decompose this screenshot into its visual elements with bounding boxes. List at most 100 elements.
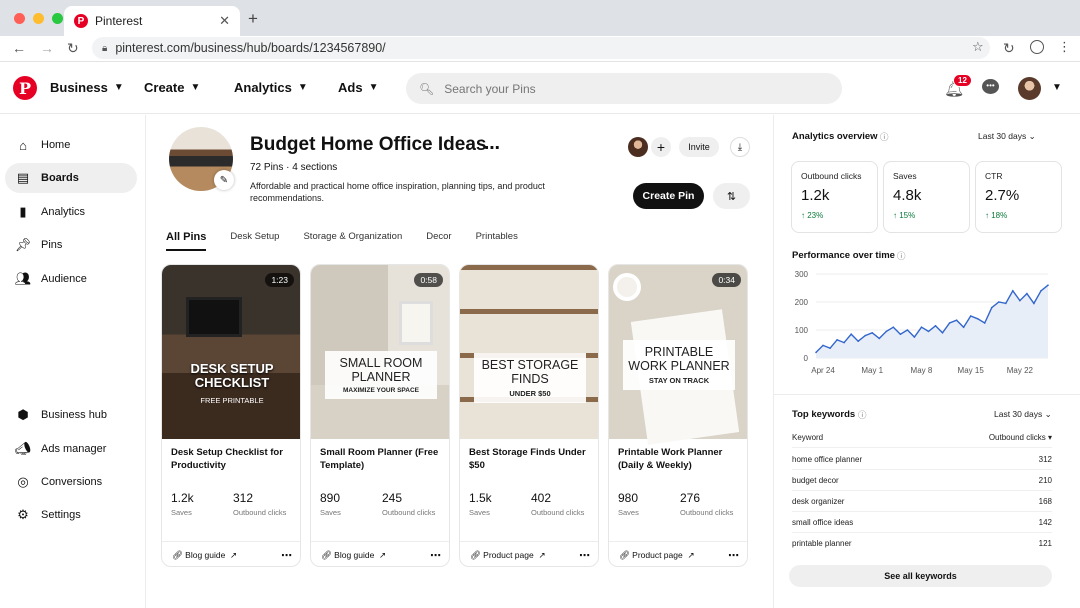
info-icon[interactable]: ⓘ — [880, 131, 889, 143]
metric-card-ctr[interactable]: CTR 2.7% ↑ 18% — [975, 161, 1062, 233]
see-all-keywords-button[interactable]: See all keywords — [789, 565, 1052, 587]
sidebar-item-settings[interactable]: ⚙︎ Settings — [5, 500, 137, 530]
sidebar-item-analytics[interactable]: ▮ Analytics — [5, 197, 137, 227]
pin-card[interactable]: 1:23 DESK SETUP CHECKLIST FREE PRINTABLE… — [161, 264, 301, 567]
sidebar-item-label: Business hub — [41, 409, 108, 421]
pin-title[interactable]: Small Room Planner (Free Template) — [320, 446, 444, 472]
pin-thumbnail-desk[interactable]: 1:23 DESK SETUP CHECKLIST FREE PRINTABLE — [162, 265, 300, 439]
sidebar-item-pins[interactable]: 📌︎ Pins — [5, 230, 137, 260]
metric-card-saves[interactable]: Saves 4.8k ↑ 15% — [883, 161, 970, 233]
pin-card[interactable]: BEST STORAGE FINDS UNDER $50 Best Storag… — [459, 264, 599, 567]
create-pin-button[interactable]: Create Pin — [633, 183, 704, 209]
keywords-range-label: Last 30 days — [994, 409, 1043, 419]
metric-delta: ↑ 18% — [985, 211, 1007, 220]
browser-menu-icon[interactable]: ⋮ — [1058, 39, 1071, 55]
new-tab-icon[interactable]: + — [248, 9, 258, 29]
saves-value: 890 — [320, 491, 341, 505]
table-row[interactable]: printable planner 121 — [792, 539, 1052, 548]
notification-count-badge: 12 — [953, 74, 972, 87]
metric-card-outbound-clicks[interactable]: Outbound clicks 1.2k ↑ 23% — [791, 161, 878, 233]
search-input[interactable]: 🔍︎ Search your Pins — [406, 73, 842, 104]
download-icon[interactable]: ⤓ — [730, 137, 750, 157]
pin-title[interactable]: Best Storage Finds Under $50 — [469, 446, 593, 472]
metric-delta: ↑ 15% — [893, 211, 915, 220]
clicks-cell: 121 — [1038, 539, 1052, 548]
external-link-icon[interactable]: ↗ — [374, 550, 386, 561]
nav-business[interactable]: Business ▼ — [50, 80, 124, 95]
sidebar-item-ads-manager[interactable]: 📣︎ Ads manager — [5, 434, 137, 464]
collaborator-avatar[interactable] — [628, 137, 648, 157]
data-point — [822, 344, 824, 347]
pin-more-options-icon[interactable]: ⋯ — [579, 549, 590, 562]
tab-storage-organization[interactable]: Storage & Organization — [303, 231, 402, 251]
refresh-extension-icon[interactable]: ↻ — [1003, 40, 1015, 57]
browser-tab[interactable]: P Pinterest ✕ — [64, 6, 240, 36]
pin-link-label[interactable]: Product page — [632, 550, 683, 560]
pin-card[interactable]: 0:58 SMALL ROOM PLANNER MAXIMIZE YOUR SP… — [310, 264, 450, 567]
reload-icon[interactable]: ↻ — [67, 40, 79, 57]
nav-ads[interactable]: Ads ▼ — [338, 80, 378, 95]
sidebar-item-boards[interactable]: ▤ Boards — [5, 163, 137, 193]
pin-link-label[interactable]: Blog guide — [334, 550, 374, 560]
info-icon[interactable]: ⓘ — [897, 250, 906, 262]
tab-desk-setup[interactable]: Desk Setup — [230, 231, 279, 251]
sidebar-item-conversions[interactable]: ◎ Conversions — [5, 467, 137, 497]
pin-title[interactable]: Desk Setup Checklist for Productivity — [171, 446, 295, 472]
invite-button[interactable]: Invite — [679, 137, 719, 157]
board-more-options-icon[interactable]: ⋯ — [484, 138, 500, 158]
pin-more-options-icon[interactable]: ⋯ — [430, 549, 441, 562]
pinterest-logo-icon[interactable]: P — [13, 76, 37, 100]
table-row[interactable]: budget decor 210 — [792, 476, 1052, 485]
pin-more-options-icon[interactable]: ⋯ — [728, 549, 739, 562]
maximize-window-button[interactable] — [52, 13, 63, 24]
external-link-icon[interactable]: ↗ — [534, 550, 545, 561]
nav-create[interactable]: Create ▼ — [144, 80, 200, 95]
sidebar-item-business-hub[interactable]: ⬢ Business hub — [5, 400, 137, 430]
account-chevron-down-icon[interactable]: ▼ — [1052, 82, 1062, 93]
external-link-icon[interactable]: ↗ — [225, 550, 237, 561]
external-link-icon[interactable]: ↗ — [683, 550, 694, 561]
sidebar-item-home[interactable]: ⌂ Home — [5, 130, 137, 160]
tab-decor[interactable]: Decor — [426, 231, 451, 251]
area-fill — [816, 285, 1048, 358]
user-avatar[interactable] — [1018, 77, 1041, 100]
nav-analytics-label: Analytics — [234, 80, 292, 95]
sort-filter-icon[interactable]: ⇅ — [713, 183, 750, 209]
url-field[interactable]: 🔒︎ pinterest.com/business/hub/boards/123… — [92, 37, 990, 59]
pin-overlay-text: PRINTABLE WORK PLANNER STAY ON TRACK — [623, 340, 735, 390]
pin-title[interactable]: Printable Work Planner (Daily & Weekly) — [618, 446, 742, 472]
keywords-range-select[interactable]: Last 30 days ⌄ — [994, 409, 1052, 420]
pin-thumbnail-room[interactable]: 0:58 SMALL ROOM PLANNER MAXIMIZE YOUR SP… — [311, 265, 449, 439]
pin-card[interactable]: 0:34 PRINTABLE WORK PLANNER STAY ON TRAC… — [608, 264, 748, 567]
add-collaborator-icon[interactable]: + — [651, 137, 671, 157]
tab-printables[interactable]: Printables — [476, 231, 518, 251]
nav-analytics[interactable]: Analytics ▼ — [234, 80, 308, 95]
table-row[interactable]: home office planner 312 — [792, 455, 1052, 464]
forward-icon[interactable]: → — [40, 40, 54, 56]
info-icon[interactable]: ⓘ — [858, 409, 867, 421]
date-range-select[interactable]: Last 30 days ⌄ — [978, 131, 1036, 142]
table-row[interactable]: small office ideas 142 — [792, 518, 1052, 527]
pin-link-label[interactable]: Product page — [483, 550, 534, 560]
data-point — [815, 351, 817, 354]
edit-pencil-icon[interactable]: ✎ — [214, 170, 234, 190]
keyword-column-header[interactable]: Keyword — [792, 433, 823, 442]
bookmark-star-icon[interactable]: ☆ — [972, 39, 984, 55]
pin-thumbnail-planner[interactable]: 0:34 PRINTABLE WORK PLANNER STAY ON TRAC… — [609, 265, 747, 445]
profile-extension-icon[interactable] — [1030, 40, 1044, 54]
pin-thumbnail-storage[interactable]: BEST STORAGE FINDS UNDER $50 — [460, 265, 598, 439]
sidebar-item-audience[interactable]: 👥︎ Audience — [5, 264, 137, 294]
back-icon[interactable]: ← — [12, 40, 26, 56]
table-row[interactable]: desk organizer 168 — [792, 497, 1052, 506]
boards-icon: ▤ — [16, 170, 30, 185]
close-window-button[interactable] — [14, 13, 25, 24]
overlay-subtitle: UNDER $50 — [509, 389, 551, 398]
close-tab-icon[interactable]: ✕ — [219, 13, 230, 29]
minimize-window-button[interactable] — [33, 13, 44, 24]
pin-link-label[interactable]: Blog guide — [185, 550, 225, 560]
tab-all-pins[interactable]: All Pins — [166, 231, 207, 251]
messages-icon[interactable]: ••• — [982, 79, 999, 94]
outbound-clicks-column-header[interactable]: Outbound clicks ▾ — [989, 433, 1052, 442]
pin-more-options-icon[interactable]: ⋯ — [281, 549, 292, 562]
data-point — [990, 306, 993, 309]
